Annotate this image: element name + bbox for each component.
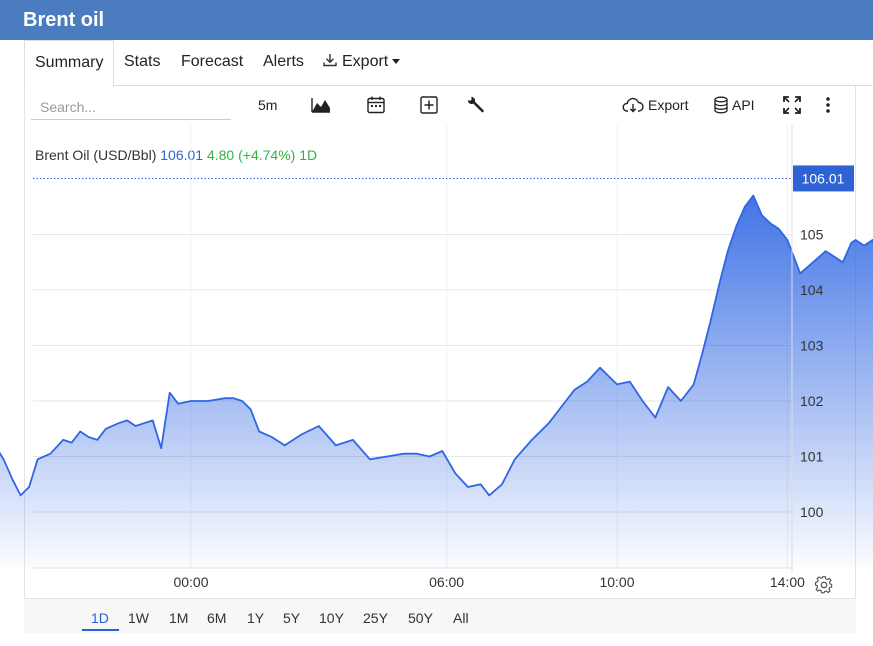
- x-tick-label: 10:00: [599, 574, 634, 590]
- range-5y[interactable]: 5Y: [283, 610, 300, 626]
- range-1w[interactable]: 1W: [128, 610, 149, 626]
- range-50y[interactable]: 50Y: [408, 610, 433, 626]
- active-range-underline: [82, 629, 119, 631]
- x-tick-label: 14:00: [770, 574, 805, 590]
- range-10y[interactable]: 10Y: [319, 610, 344, 626]
- range-6m[interactable]: 6M: [207, 610, 226, 626]
- range-1y[interactable]: 1Y: [247, 610, 264, 626]
- y-tick-label: 104: [800, 282, 824, 298]
- range-all[interactable]: All: [453, 610, 469, 626]
- last-price-label: 106.01: [802, 170, 845, 186]
- x-tick-label: 06:00: [429, 574, 464, 590]
- price-area-fill: [0, 195, 873, 568]
- price-chart[interactable]: 10010110210310410500:0006:0010:0014:0018…: [0, 0, 873, 600]
- y-tick-label: 101: [800, 449, 824, 465]
- y-tick-label: 100: [800, 504, 824, 520]
- range-1m[interactable]: 1M: [169, 610, 188, 626]
- range-1d[interactable]: 1D: [91, 610, 109, 626]
- y-tick-label: 103: [800, 338, 824, 354]
- y-tick-label: 102: [800, 393, 824, 409]
- y-tick-label: 105: [800, 227, 824, 243]
- range-25y[interactable]: 25Y: [363, 610, 388, 626]
- chart-settings-gear-icon[interactable]: [815, 576, 833, 594]
- x-tick-label: 00:00: [173, 574, 208, 590]
